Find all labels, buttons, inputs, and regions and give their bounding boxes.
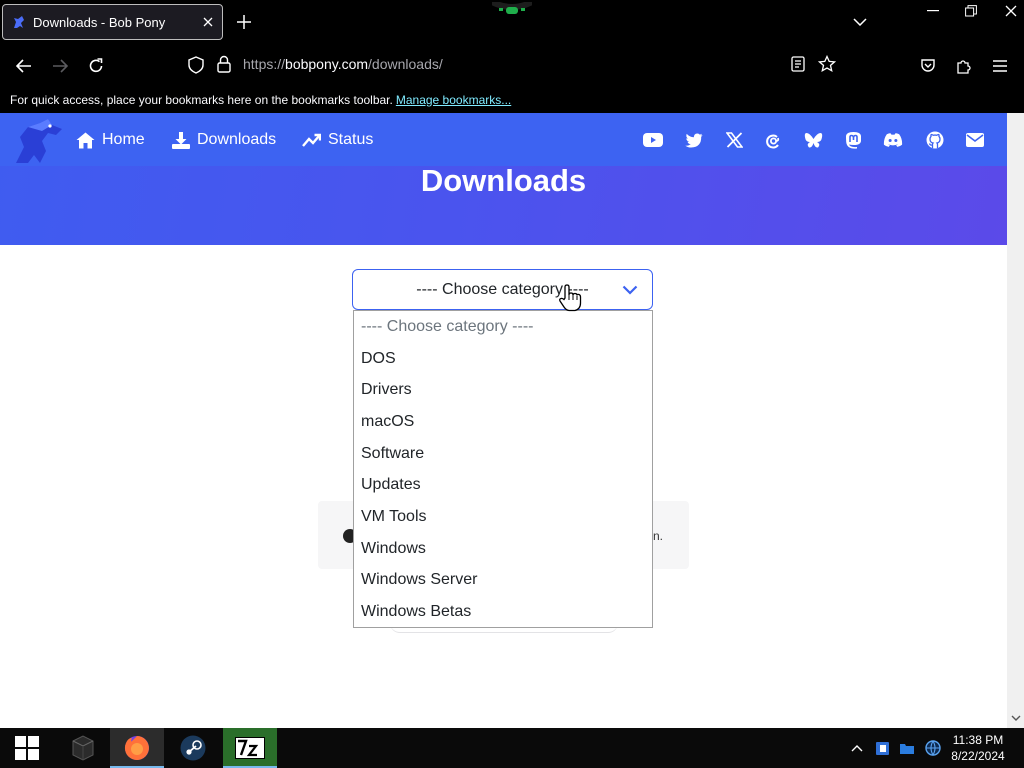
nav-status-link[interactable]: Status <box>302 129 373 151</box>
youtube-icon[interactable] <box>643 130 663 150</box>
back-arrow-icon[interactable] <box>10 52 38 80</box>
shield-icon[interactable] <box>188 56 204 79</box>
clock-time: 11:38 PM <box>952 733 1004 747</box>
github-icon[interactable] <box>925 130 945 150</box>
tab-strip: Downloads - Bob Pony <box>0 0 1024 44</box>
menu-hamburger-icon[interactable] <box>986 52 1014 80</box>
new-tab-icon[interactable] <box>232 10 256 34</box>
tray-overflow-chevron-icon[interactable] <box>848 728 866 768</box>
bookmark-star-icon[interactable] <box>817 54 837 78</box>
tab-list-chevron-icon[interactable] <box>848 10 872 34</box>
reader-view-icon[interactable] <box>791 56 805 77</box>
chevron-down-icon <box>622 282 638 300</box>
tray-app-icon[interactable] <box>874 728 892 768</box>
nav-downloads-link[interactable]: Downloads <box>172 129 276 151</box>
bookmarks-hint: For quick access, place your bookmarks h… <box>10 92 393 107</box>
home-icon <box>76 132 95 148</box>
category-select[interactable]: ---- Choose category ---- <box>352 269 653 310</box>
screen: Downloads - Bob Pony https://bobpony.com… <box>0 0 1024 768</box>
x-icon[interactable] <box>724 130 744 150</box>
category-option-updates[interactable]: Updates <box>354 469 652 501</box>
url-text[interactable]: https://bobpony.com/downloads/ <box>243 56 443 72</box>
nav-downloads-label: Downloads <box>197 131 277 148</box>
twitter-icon[interactable] <box>684 130 704 150</box>
category-dropdown-list[interactable]: ---- Choose category ---- DOS Drivers ma… <box>353 310 653 628</box>
tab-title: Downloads - Bob Pony <box>33 14 166 30</box>
category-option-vm-tools[interactable]: VM Tools <box>354 501 652 533</box>
page-scrollbar[interactable] <box>1007 113 1024 728</box>
mail-icon[interactable] <box>965 130 985 150</box>
category-option-placeholder[interactable]: ---- Choose category ---- <box>354 311 652 343</box>
url-host: bobpony.com <box>285 56 369 72</box>
hand-cursor-icon <box>558 284 582 317</box>
close-window-icon[interactable] <box>996 0 1024 22</box>
bobpony-favicon-icon <box>11 14 27 30</box>
category-option-drivers[interactable]: Drivers <box>354 374 652 406</box>
extensions-icon[interactable] <box>950 52 978 80</box>
url-path: /downloads/ <box>368 56 443 72</box>
tab-close-icon[interactable] <box>196 10 220 34</box>
nav-home-link[interactable]: Home <box>76 129 145 151</box>
steam-icon[interactable] <box>166 728 220 768</box>
category-option-macos[interactable]: macOS <box>354 406 652 438</box>
start-icon[interactable] <box>0 728 54 768</box>
category-option-software[interactable]: Software <box>354 438 652 470</box>
forward-arrow-icon[interactable] <box>46 52 74 80</box>
browser-toolbar: https://bobpony.com/downloads/ <box>0 44 1024 86</box>
page-title: Downloads <box>420 163 587 198</box>
reload-icon[interactable] <box>82 52 110 80</box>
clock-date: 8/22/2024 <box>951 749 1005 763</box>
bluesky-icon[interactable] <box>803 130 823 150</box>
firefox-icon[interactable] <box>110 728 164 768</box>
restore-icon[interactable] <box>956 0 986 22</box>
nav-home-label: Home <box>102 131 145 148</box>
mastodon-icon[interactable] <box>843 130 863 150</box>
discord-icon[interactable] <box>883 130 903 150</box>
minimize-icon[interactable] <box>918 0 948 22</box>
threads-icon[interactable] <box>763 130 783 150</box>
bookmarks-toolbar: For quick access, place your bookmarks h… <box>0 86 1024 113</box>
7zip-icon[interactable] <box>223 728 277 768</box>
category-option-windows-betas[interactable]: Windows Betas <box>354 596 652 628</box>
tab-active[interactable]: Downloads - Bob Pony <box>2 4 223 40</box>
url-scheme: https:// <box>243 56 286 72</box>
site-logo-icon[interactable] <box>12 117 64 165</box>
pocket-icon[interactable] <box>914 52 942 80</box>
manage-bookmarks-link[interactable]: Manage bookmarks... <box>396 93 511 107</box>
lock-icon[interactable] <box>217 55 231 78</box>
extension-indicator-icon <box>490 0 534 18</box>
category-option-windows-server[interactable]: Windows Server <box>354 565 652 597</box>
category-option-windows[interactable]: Windows <box>354 533 652 565</box>
scroll-down-arrow-icon[interactable] <box>1010 711 1022 725</box>
network-globe-icon[interactable] <box>923 728 943 768</box>
trend-icon <box>302 133 321 147</box>
url-bar[interactable]: https://bobpony.com/downloads/ <box>180 52 850 78</box>
terminal-icon[interactable] <box>56 728 110 768</box>
site-navbar: Home Downloads Status <box>0 113 1007 166</box>
category-option-dos[interactable]: DOS <box>354 343 652 375</box>
page-viewport: Home Downloads Status Downloads n. ---- … <box>0 113 1024 728</box>
nav-status-label: Status <box>328 131 374 148</box>
tray-folder-icon[interactable] <box>898 728 916 768</box>
taskbar: 11:38 PM 8/22/2024 <box>0 728 1024 768</box>
clock[interactable]: 11:38 PM 8/22/2024 <box>944 732 1012 764</box>
download-icon <box>172 131 190 149</box>
info-card-text-tail: n. <box>653 529 664 543</box>
